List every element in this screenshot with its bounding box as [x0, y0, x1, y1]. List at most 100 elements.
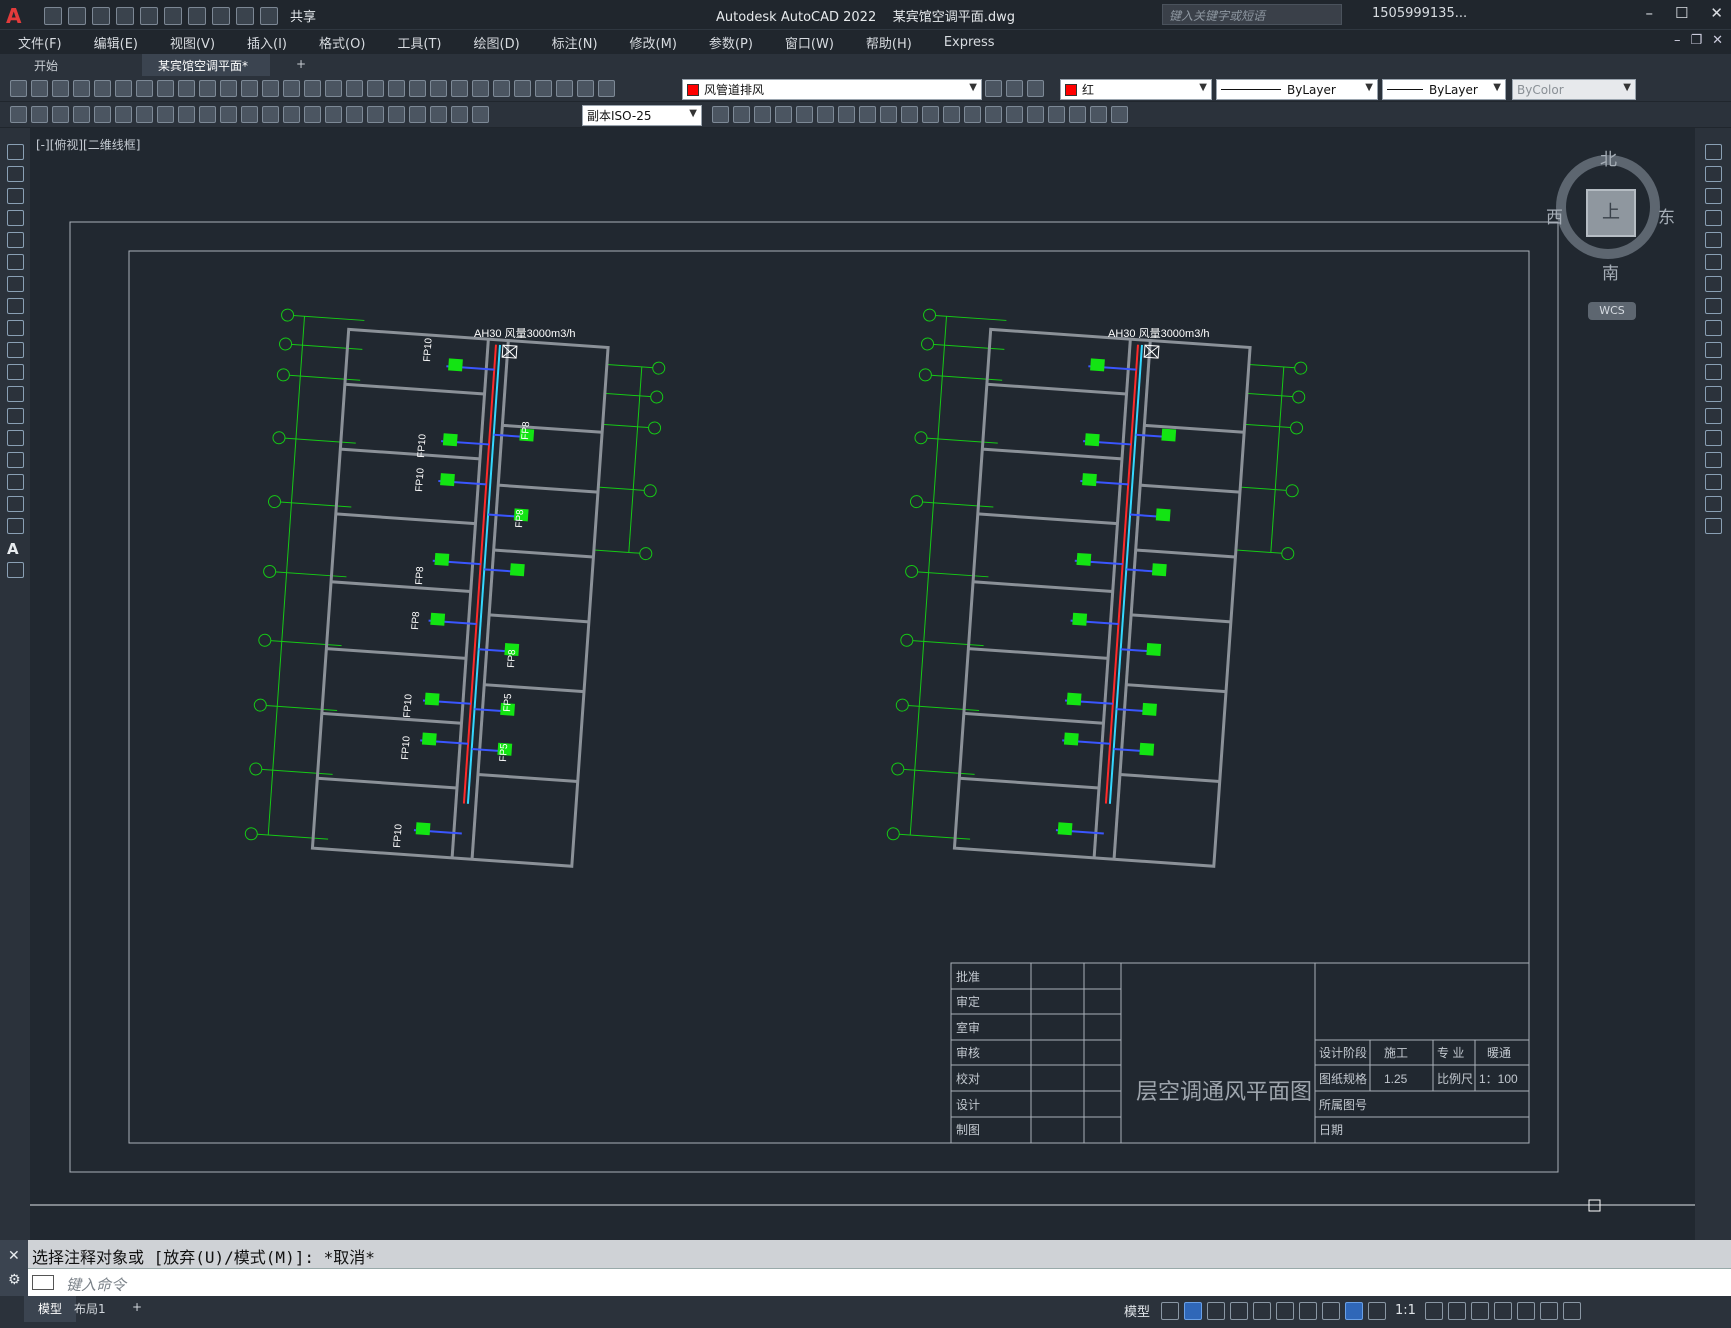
break-at-point-icon[interactable] [1705, 386, 1722, 402]
rotate-icon[interactable] [838, 106, 855, 123]
menu-edit[interactable]: 编辑(E) [76, 33, 152, 52]
dim-update-icon[interactable] [472, 106, 489, 123]
layer-match-icon[interactable] [1006, 80, 1023, 97]
linear-dim-icon[interactable] [73, 106, 90, 123]
dimtedit-icon[interactable] [451, 106, 468, 123]
copy-obj-icon[interactable] [733, 106, 750, 123]
menu-modify[interactable]: 修改(M) [612, 33, 691, 52]
copy-icon[interactable] [178, 80, 195, 97]
offset-icon[interactable] [1705, 210, 1722, 226]
circle-icon[interactable] [7, 276, 24, 292]
qnew-icon[interactable] [10, 80, 27, 97]
undo-icon[interactable] [262, 80, 279, 97]
spline-icon[interactable] [7, 320, 24, 336]
chamfer-icon[interactable] [985, 106, 1002, 123]
open-web-icon[interactable] [140, 6, 158, 25]
zoom-window-icon[interactable] [346, 80, 363, 97]
isodraft-icon[interactable] [1253, 1301, 1272, 1320]
polar-icon[interactable] [1230, 1301, 1249, 1320]
array-icon[interactable] [796, 106, 813, 123]
design-center-icon[interactable] [409, 80, 426, 97]
customization-menu-icon[interactable] [1562, 1301, 1581, 1320]
hatch-icon[interactable] [52, 106, 69, 123]
dimstyle-dropdown[interactable]: 副本ISO-25 ▼ [582, 105, 702, 126]
construction-line-icon[interactable] [7, 166, 24, 182]
snap-icon[interactable] [1184, 1301, 1203, 1320]
hardware-acceleration-icon[interactable] [1516, 1301, 1535, 1320]
join-icon[interactable] [964, 106, 981, 123]
dim-edit-icon[interactable] [430, 106, 447, 123]
zoom-previous-icon[interactable] [367, 80, 384, 97]
linetype-dropdown[interactable]: ByLayer ▼ [1216, 79, 1378, 100]
undo-icon[interactable] [212, 6, 230, 25]
compass-west[interactable]: 西 [1546, 203, 1563, 228]
menu-file[interactable]: 文件(F) [0, 33, 76, 52]
layer-thaw-icon[interactable] [577, 80, 594, 97]
save-icon[interactable] [52, 80, 69, 97]
baseline-icon[interactable] [262, 106, 279, 123]
scale-icon[interactable] [1705, 298, 1722, 314]
calculator-icon[interactable] [493, 80, 510, 97]
plot-icon[interactable] [73, 80, 90, 97]
chamfer-icon[interactable] [1705, 452, 1722, 468]
ordinate-icon[interactable] [136, 106, 153, 123]
stretch-icon[interactable] [1705, 320, 1722, 336]
drawing-canvas[interactable]: AH30 风量3000m3/h AH30 风量3000m3/h FP10 FP8… [30, 128, 1695, 1228]
make-current-icon[interactable] [985, 80, 1002, 97]
center-mark-icon[interactable] [367, 106, 384, 123]
gradient-icon[interactable] [7, 474, 24, 490]
array-icon[interactable] [1705, 232, 1722, 248]
block-icon[interactable] [31, 106, 48, 123]
arc-icon[interactable] [7, 254, 24, 270]
erase-icon[interactable] [1048, 106, 1065, 123]
point-icon[interactable] [7, 430, 24, 446]
grid-icon[interactable] [1161, 1301, 1180, 1320]
open-icon[interactable] [68, 6, 86, 25]
object-snap-tracking-icon[interactable] [1276, 1301, 1295, 1320]
customize-icon[interactable] [260, 6, 278, 25]
make-block-icon[interactable] [7, 408, 24, 424]
zoom-realtime-icon[interactable] [325, 80, 342, 97]
minimize-icon[interactable]: – [1645, 4, 1653, 22]
search-input[interactable]: 键入关键字或短语 [1162, 4, 1342, 25]
tolerance-icon[interactable] [346, 106, 363, 123]
jog-line-icon[interactable] [409, 106, 426, 123]
annotation-scale[interactable]: 1:1 [1395, 1303, 1416, 1318]
mirror-icon[interactable] [754, 106, 771, 123]
object-snap-icon[interactable] [1299, 1301, 1318, 1320]
save-icon[interactable] [92, 6, 110, 25]
menu-format[interactable]: 格式(O) [301, 33, 379, 52]
join-icon[interactable] [1705, 430, 1722, 446]
menu-help[interactable]: 帮助(H) [848, 33, 926, 52]
compass-east[interactable]: 东 [1658, 203, 1675, 228]
revcloud-icon[interactable] [7, 298, 24, 314]
close-icon[interactable]: ✕ [1710, 4, 1723, 22]
ellipse-icon[interactable] [7, 342, 24, 358]
matchprop-icon[interactable] [220, 80, 237, 97]
region-icon[interactable] [7, 496, 24, 512]
continue-icon[interactable] [283, 106, 300, 123]
help-icon[interactable] [514, 80, 531, 97]
dimbreak-icon[interactable] [325, 106, 342, 123]
close-icon[interactable]: ✕ [8, 1248, 20, 1264]
rectangle-icon[interactable] [7, 232, 24, 248]
trim-icon[interactable] [901, 106, 918, 123]
auto-scale-icon[interactable] [1368, 1301, 1387, 1320]
blockedit-icon[interactable] [241, 80, 258, 97]
doc-close-icon[interactable]: ✕ [1712, 33, 1723, 48]
layer-manager-icon[interactable] [535, 80, 552, 97]
menu-window[interactable]: 窗口(W) [767, 33, 848, 52]
plot-icon[interactable] [188, 6, 206, 25]
trim-icon[interactable] [1705, 342, 1722, 358]
hatch-icon[interactable] [7, 452, 24, 468]
tab-active-drawing[interactable]: 某宾馆空调平面* ✕ [142, 54, 270, 88]
properties-icon[interactable] [388, 80, 405, 97]
explode-icon[interactable] [1705, 518, 1722, 534]
menu-express[interactable]: Express [926, 35, 1009, 50]
fillet-icon[interactable] [1006, 106, 1023, 123]
scale-icon[interactable] [859, 106, 876, 123]
aligned-dim-icon[interactable] [94, 106, 111, 123]
redo-icon[interactable] [283, 80, 300, 97]
clean-screen-icon[interactable] [1539, 1301, 1558, 1320]
dimspace-icon[interactable] [304, 106, 321, 123]
